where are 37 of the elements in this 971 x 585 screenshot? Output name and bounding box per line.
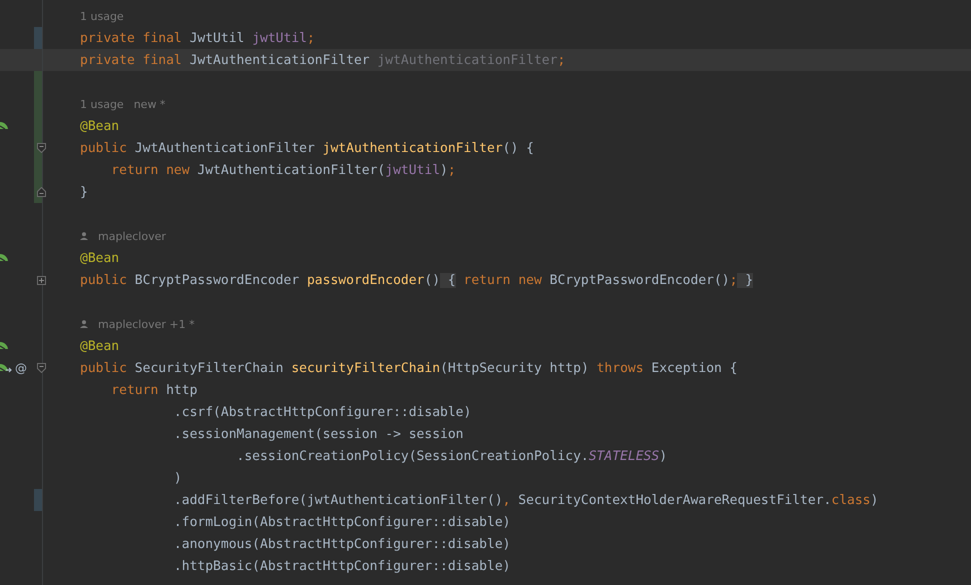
code-line: @Bean [79, 250, 120, 266]
fold-icon[interactable] [37, 143, 46, 153]
code-line: .csrf(AbstractHttpConfigurer::disable) [172, 404, 472, 420]
inlay-hint[interactable]: mapleclover +1 * [98, 318, 195, 330]
code-line: @Bean [79, 338, 120, 354]
gutter-marker[interactable]: @ [15, 361, 27, 375]
fold-icon[interactable] [37, 363, 46, 373]
inlay-hint[interactable]: 1 usage [80, 98, 124, 110]
code-line: ) [172, 470, 182, 486]
code-line: .anonymous(AbstractHttpConfigurer::disable) [172, 536, 510, 552]
code-editor[interactable] [0, 0, 971, 585]
code-line: .sessionManagement(session -> session [172, 426, 464, 442]
expand-icon[interactable] [37, 276, 46, 284]
inlay-hint[interactable]: 1 usage [80, 10, 124, 22]
code-line: return http [110, 382, 198, 398]
code-line: .sessionCreationPolicy(SessionCreationPolicy.STATELESS) [236, 448, 668, 464]
bean-arrow-icon[interactable] [0, 363, 12, 373]
code-line: public JwtAuthenticationFilter jwtAuthenticationFilter() { [79, 140, 534, 156]
change-marker[interactable] [34, 489, 42, 511]
change-marker[interactable] [34, 27, 42, 49]
code-line: @Bean [79, 118, 120, 134]
code-line: public SecurityFilterChain securityFilterChain(HttpSecurity http) throws Exception { [79, 360, 738, 376]
code-line: .httpBasic(AbstractHttpConfigurer::disable) [172, 558, 510, 574]
code-line: .addFilterBefore(jwtAuthenticationFilter(), SecurityContextHolderAwareRequestFilter.class) [172, 492, 878, 508]
code-line: private final JwtUtil jwtUtil; [79, 30, 315, 46]
code-line: private final JwtAuthenticationFilter jwtAuthenticationFilter; [79, 52, 566, 68]
bean-icon[interactable] [0, 253, 9, 263]
code-line: .formLogin(AbstractHttpConfigurer::disable) [172, 514, 510, 530]
change-marker[interactable] [34, 71, 42, 93]
code-line: return new JwtAuthenticationFilter(jwtUtil); [110, 162, 456, 178]
code-line: } [79, 184, 88, 200]
bean-icon[interactable] [0, 341, 9, 351]
code-line: public BCryptPasswordEncoder passwordEncoder() { return new BCryptPasswordEncoder(); } [79, 272, 754, 288]
inlay-hint[interactable]: new * [134, 98, 166, 110]
inlay-hint[interactable]: mapleclover [98, 230, 166, 242]
fold-icon[interactable] [37, 187, 46, 197]
bean-icon[interactable] [0, 121, 9, 131]
